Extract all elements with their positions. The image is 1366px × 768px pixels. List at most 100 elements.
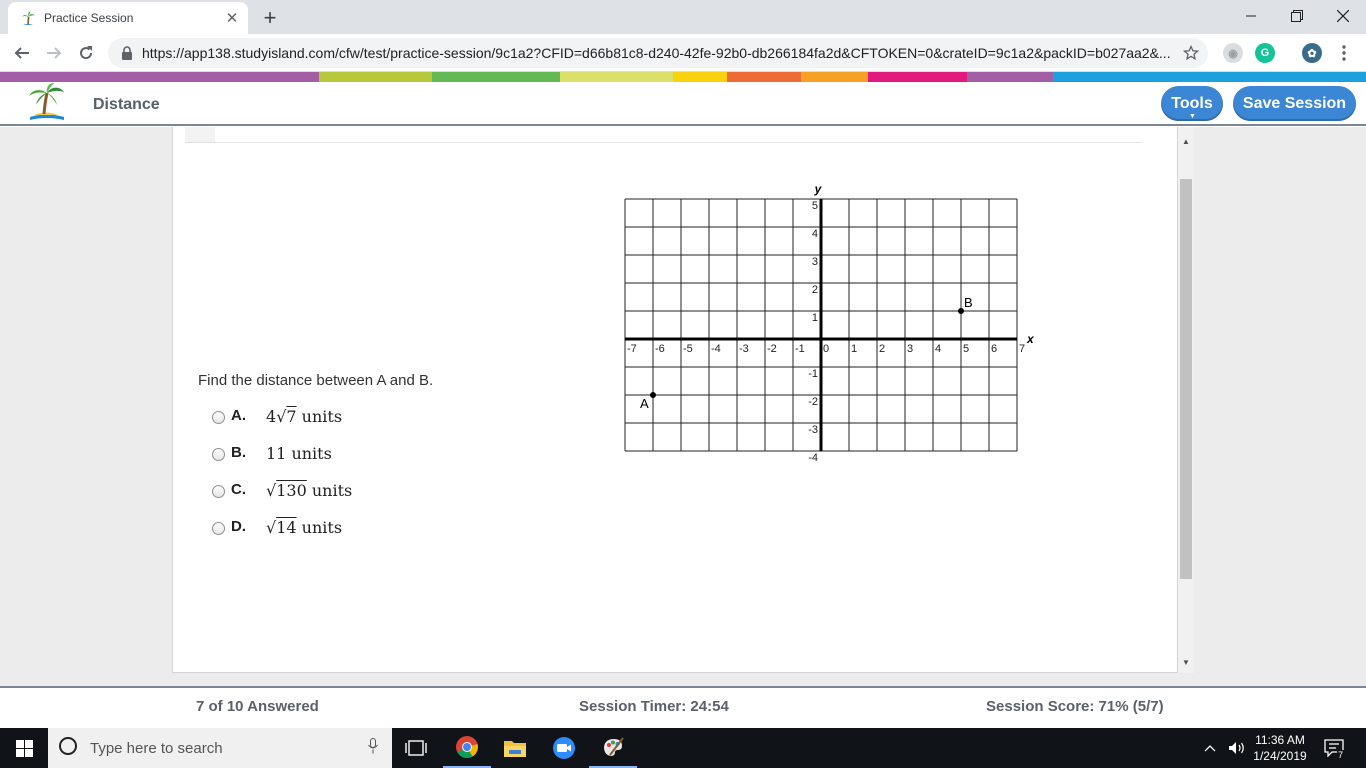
radicand: 14 — [276, 518, 297, 537]
tools-button[interactable]: Tools ▼ — [1161, 86, 1223, 121]
point-a — [650, 392, 656, 398]
x-tick-label: 1 — [851, 343, 857, 355]
zoom-icon[interactable] — [540, 728, 588, 768]
forward-icon[interactable] — [40, 39, 68, 67]
x-tick-label: 4 — [935, 343, 941, 355]
chrome-icon[interactable] — [443, 728, 491, 768]
clock-time: 11:36 AM — [1255, 733, 1305, 747]
palm-tree-icon — [20, 10, 36, 26]
option-d-text: √14 units — [266, 518, 343, 537]
cortana-icon — [58, 736, 78, 761]
notifications-icon[interactable]: 7 — [1324, 728, 1345, 768]
restore-icon[interactable] — [1274, 0, 1320, 32]
brand-color-bar — [0, 72, 1366, 82]
url-text: https://app138.studyisland.com/cfw/test/… — [142, 45, 1171, 61]
browser-tab[interactable]: Practice Session ✕ — [8, 2, 248, 34]
divider — [215, 142, 1143, 143]
panel-tab — [185, 127, 215, 143]
coefficient: 4 — [266, 407, 277, 426]
close-tab-icon[interactable]: ✕ — [222, 8, 242, 28]
x-tick-label: 5 — [963, 343, 969, 355]
extension-icon[interactable]: ◉ — [1223, 43, 1243, 63]
windows-start-icon[interactable] — [0, 728, 48, 768]
question-text: Find the distance between A and B. — [198, 372, 434, 389]
tab-title: Practice Session — [44, 11, 134, 25]
search-placeholder: Type here to search — [90, 739, 223, 757]
microphone-icon[interactable] — [368, 737, 378, 759]
answer-option-a[interactable]: A. 4√7 units — [212, 406, 342, 428]
back-icon[interactable] — [8, 39, 36, 67]
scroll-up-icon[interactable]: ▲ — [1178, 133, 1194, 149]
x-tick-label: -2 — [767, 343, 777, 355]
tools-label: Tools — [1171, 94, 1213, 112]
minimize-icon[interactable] — [1228, 0, 1274, 32]
menu-dots-icon[interactable] — [1330, 39, 1358, 67]
answer-option-c[interactable]: C. √130 units — [212, 480, 352, 502]
file-explorer-icon[interactable] — [491, 728, 539, 768]
scroll-thumb[interactable] — [1180, 179, 1192, 579]
x-tick-label: -7 — [627, 343, 637, 355]
notification-count: 7 — [1337, 750, 1345, 760]
color-stripe — [801, 72, 868, 82]
caret-down-icon: ▼ — [1189, 113, 1196, 120]
color-stripe — [432, 72, 560, 82]
radio-a[interactable] — [212, 410, 225, 424]
scrollbar[interactable]: ▲ ▼ — [1178, 127, 1194, 673]
option-letter: C. — [231, 481, 246, 498]
task-view-icon[interactable] — [392, 728, 440, 768]
taskbar-search[interactable]: Type here to search — [48, 728, 392, 768]
coordinate-grid: x y -7 -6 -5 -4 -3 -2 -1 0 1 2 3 4 5 6 7 5 4 3 2 1 -1 -2 -3 -4 A B — [624, 182, 1035, 464]
new-tab-icon[interactable]: + — [258, 5, 282, 30]
color-stripe — [673, 72, 727, 82]
color-stripe — [319, 72, 432, 82]
y-tick-label: -3 — [808, 424, 818, 436]
option-letter: A. — [231, 407, 246, 424]
x-axis-label: x — [1026, 332, 1035, 346]
answered-count: 7 of 10 Answered — [196, 698, 319, 715]
color-stripe — [868, 72, 967, 82]
x-tick-label: -1 — [795, 343, 805, 355]
x-tick-label: -3 — [739, 343, 749, 355]
unit: units — [301, 407, 343, 426]
answer-option-b[interactable]: B. 11 units — [212, 443, 332, 465]
color-stripe — [727, 72, 801, 82]
y-tick-label: 5 — [812, 200, 818, 212]
radio-d[interactable] — [212, 521, 225, 535]
tray-chevron-icon[interactable] — [1204, 728, 1216, 768]
x-tick-label: 7 — [1019, 343, 1025, 355]
save-session-button[interactable]: Save Session — [1233, 86, 1356, 121]
browser-toolbar: https://app138.studyisland.com/cfw/test/… — [0, 34, 1366, 72]
answer-option-d[interactable]: D. √14 units — [212, 517, 342, 539]
page-title: Distance — [93, 96, 160, 113]
option-a-text: 4√7 units — [266, 407, 343, 426]
scroll-down-icon[interactable]: ▼ — [1178, 654, 1194, 670]
clock-date: 1/24/2019 — [1253, 749, 1307, 763]
radicand: 130 — [276, 481, 307, 500]
taskbar-clock[interactable]: 11:36 AM 1/24/2019 — [1248, 732, 1312, 764]
app-header: Distance Tools ▼ Save Session — [0, 82, 1366, 126]
profile-avatar-icon[interactable]: ✿ — [1302, 43, 1322, 63]
unit: units — [301, 518, 343, 537]
x-tick-label: 2 — [879, 343, 885, 355]
y-tick-label: 3 — [812, 256, 818, 268]
reload-icon[interactable] — [72, 39, 100, 67]
point-label: B — [964, 295, 973, 310]
x-tick-label: -4 — [711, 343, 721, 355]
bookmark-star-icon[interactable] — [1182, 44, 1200, 62]
paint-icon[interactable] — [589, 728, 637, 768]
radicand: 7 — [286, 407, 297, 426]
close-window-icon[interactable] — [1320, 0, 1366, 32]
address-bar[interactable]: https://app138.studyisland.com/cfw/test/… — [108, 38, 1208, 68]
x-tick-label: -5 — [683, 343, 693, 355]
radio-b[interactable] — [212, 447, 225, 461]
x-tick-label: 3 — [907, 343, 913, 355]
session-footer: 7 of 10 Answered Session Timer: 24:54 Se… — [0, 686, 1366, 728]
y-tick-label: -4 — [808, 452, 818, 464]
x-tick-label: 6 — [991, 343, 997, 355]
volume-icon[interactable] — [1228, 728, 1246, 768]
grammarly-icon[interactable]: G — [1255, 43, 1275, 63]
option-letter: D. — [231, 518, 246, 535]
radio-c[interactable] — [212, 484, 225, 498]
session-score: Session Score: 71% (5/7) — [986, 698, 1164, 715]
save-session-label: Save Session — [1242, 94, 1347, 112]
